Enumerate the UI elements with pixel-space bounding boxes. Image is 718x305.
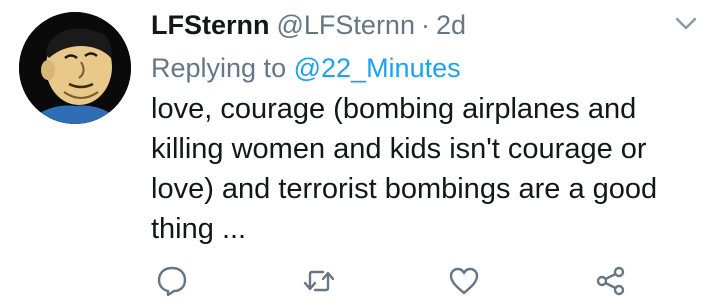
heart-icon: [449, 267, 479, 295]
separator: ·: [420, 9, 430, 40]
share-icon: [596, 266, 625, 296]
display-name[interactable]: LFSternn: [151, 10, 270, 41]
tweet[interactable]: LFSternn @LFSternn · 2d Replying to @22_…: [0, 0, 718, 305]
reply-icon: [157, 266, 187, 297]
replying-prefix: Replying to: [151, 53, 287, 83]
replying-to-user-link[interactable]: @22_Minutes: [294, 53, 461, 83]
retweet-icon: [303, 270, 335, 292]
timestamp[interactable]: 2d: [436, 10, 466, 41]
avatar[interactable]: [19, 12, 131, 124]
chevron-down-icon[interactable]: [675, 17, 697, 31]
tweet-header: LFSternn @LFSternn · 2d: [151, 6, 466, 44]
like-button[interactable]: [447, 264, 481, 298]
reply-button[interactable]: [155, 264, 189, 298]
retweet-button[interactable]: [302, 264, 336, 298]
avatar-image: [19, 12, 131, 124]
tweet-text: love, courage (bombing airplanes and kil…: [151, 93, 658, 245]
user-handle[interactable]: @LFSternn: [277, 10, 415, 41]
share-button[interactable]: [594, 264, 628, 298]
replying-to-line: Replying to @22_Minutes: [151, 53, 461, 84]
